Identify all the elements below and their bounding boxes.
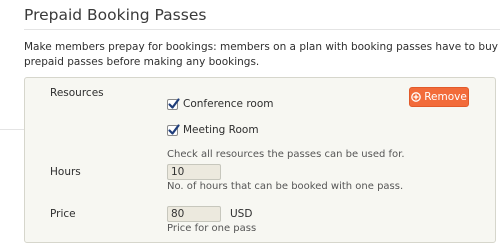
page-title: Prepaid Booking Passes [24,6,207,24]
remove-button-label: Remove [424,91,467,103]
hours-help-text: No. of hours that can be booked with one… [167,181,404,192]
remove-icon [411,92,422,102]
remove-button[interactable]: Remove [409,87,469,107]
title-divider [24,29,500,30]
meeting-room-label: Meeting Room [183,124,259,136]
page-description: Make members prepay for bookings: member… [24,41,498,68]
side-divider [0,129,24,130]
resources-help-text: Check all resources the passes can be us… [167,149,405,160]
price-help-text: Price for one pass [167,223,257,234]
conference-room-label: Conference room [183,98,274,110]
price-label: Price [50,208,76,220]
checkmark-icon [168,123,180,135]
resources-label: Resources [50,87,104,99]
checkmark-icon [168,97,180,109]
booking-pass-panel: Resources Remove Conference room Meeting… [24,77,496,243]
meeting-room-checkbox[interactable] [167,123,180,136]
hours-input[interactable] [167,164,221,180]
resource-option-conference-room[interactable]: Conference room [167,97,274,110]
conference-room-checkbox[interactable] [167,97,180,110]
price-input[interactable] [167,206,221,222]
price-currency: USD [230,208,253,220]
resource-option-meeting-room[interactable]: Meeting Room [167,123,259,136]
hours-label: Hours [50,166,81,178]
